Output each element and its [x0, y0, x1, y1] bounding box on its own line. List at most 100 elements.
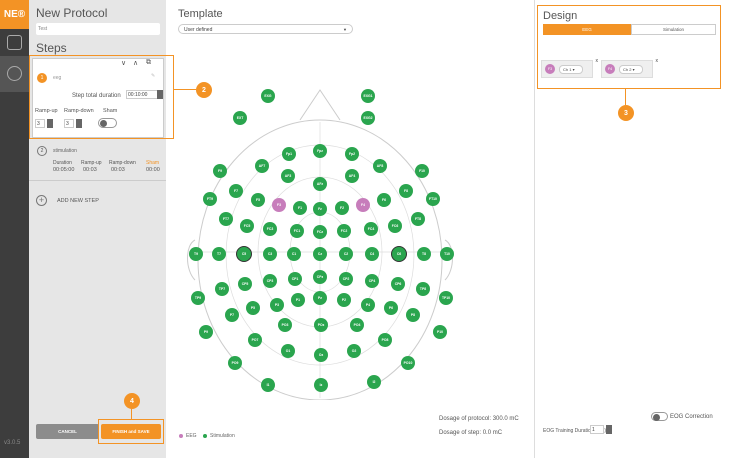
edit-icon[interactable]: ✎ — [151, 73, 155, 79]
electrode-c5[interactable]: C5 — [237, 247, 251, 261]
electrode-tp9[interactable]: TP9 — [191, 291, 205, 305]
electrode-f1[interactable]: F1 — [293, 201, 307, 215]
electrode-exg[interactable]: EXG — [261, 89, 275, 103]
electrode-tp8[interactable]: TP8 — [416, 282, 430, 296]
electrode-fpz[interactable]: Fpz — [313, 144, 327, 158]
electrode-fp1[interactable]: Fp1 — [282, 147, 296, 161]
electrode-p6[interactable]: P6 — [384, 301, 398, 315]
chevron-down-icon[interactable]: ∨ — [121, 59, 126, 67]
electrode-exg1[interactable]: EXG1 — [361, 89, 375, 103]
electrode-ext[interactable]: EXT — [233, 111, 247, 125]
electrode-t10[interactable]: T10 — [440, 247, 454, 261]
rampdown-input[interactable]: 3 — [64, 119, 74, 128]
electrode-cp4[interactable]: CP4 — [365, 274, 379, 288]
eog-duration-stepper[interactable] — [606, 425, 612, 434]
close-icon[interactable]: x — [596, 58, 599, 64]
electrode-fz[interactable]: Fz — [313, 202, 327, 216]
electrode-i1[interactable]: I1 — [261, 378, 275, 392]
electrode-c1[interactable]: C1 — [287, 247, 301, 261]
rampup-input[interactable]: 3 — [35, 119, 45, 128]
electrode-p10[interactable]: P10 — [433, 325, 447, 339]
electrode-c6[interactable]: C6 — [392, 247, 406, 261]
electrode-cz[interactable]: Cz — [313, 247, 327, 261]
electrode-poz[interactable]: POz — [314, 318, 328, 332]
electrode-afz[interactable]: AFz — [313, 177, 327, 191]
electrode-af3[interactable]: AF3 — [281, 169, 295, 183]
electrode-f4[interactable]: F4 — [356, 198, 370, 212]
chip-2-channel-select[interactable]: Ch 2 ▾ — [619, 65, 643, 74]
electrode-p8[interactable]: P8 — [406, 308, 420, 322]
electrode-t8[interactable]: T8 — [417, 247, 431, 261]
electrode-iz[interactable]: Iz — [314, 378, 328, 392]
electrode-ft7[interactable]: FT7 — [219, 212, 233, 226]
cancel-button[interactable]: CANCEL — [36, 424, 99, 439]
channel-chip-2[interactable]: F4 Ch 2 ▾ x — [601, 58, 658, 78]
electrode-ft10[interactable]: FT10 — [426, 192, 440, 206]
electrode-fc4[interactable]: FC4 — [364, 222, 378, 236]
electrode-p2[interactable]: P2 — [337, 293, 351, 307]
duration-stepper[interactable] — [157, 90, 163, 99]
electrode-cp5[interactable]: CP5 — [238, 277, 252, 291]
add-step-button[interactable]: ADD NEW STEP — [57, 198, 99, 204]
electrode-c2[interactable]: C2 — [339, 247, 353, 261]
electrode-fc6[interactable]: FC6 — [388, 219, 402, 233]
sham-toggle[interactable] — [98, 118, 117, 128]
electrode-po7[interactable]: PO7 — [248, 333, 262, 347]
device-icon[interactable] — [7, 35, 22, 50]
electrode-t9[interactable]: T9 — [189, 247, 203, 261]
electrode-c3[interactable]: C3 — [263, 247, 277, 261]
electrode-po9[interactable]: PO9 — [228, 356, 242, 370]
electrode-fc1[interactable]: FC1 — [290, 224, 304, 238]
eog-duration-input[interactable]: 1 — [590, 425, 604, 434]
electrode-fc3[interactable]: FC3 — [263, 222, 277, 236]
chevron-up-icon[interactable]: ∧ — [133, 59, 138, 67]
electrode-f3[interactable]: F3 — [272, 198, 286, 212]
electrode-fc5[interactable]: FC5 — [240, 219, 254, 233]
electrode-po10[interactable]: PO10 — [401, 356, 415, 370]
electrode-f9[interactable]: F9 — [213, 164, 227, 178]
rampup-stepper[interactable] — [47, 119, 53, 128]
electrode-po8[interactable]: PO8 — [378, 333, 392, 347]
electrode-f2[interactable]: F2 — [335, 201, 349, 215]
electrode-ft8[interactable]: FT8 — [411, 212, 425, 226]
electrode-p5[interactable]: P5 — [246, 301, 260, 315]
electrode-ft9[interactable]: FT9 — [203, 192, 217, 206]
electrode-cpz[interactable]: CPz — [313, 270, 327, 284]
electrode-pz[interactable]: Pz — [313, 291, 327, 305]
step-name-input[interactable]: eeg — [53, 75, 61, 81]
electrode-f5[interactable]: F5 — [251, 193, 265, 207]
electrode-t7[interactable]: T7 — [212, 247, 226, 261]
electrode-f6[interactable]: F6 — [377, 193, 391, 207]
tab-simulation[interactable]: Simulation — [631, 24, 716, 35]
step-2-name[interactable]: stimulation — [53, 148, 77, 154]
electrode-c4[interactable]: C4 — [365, 247, 379, 261]
template-select[interactable]: User defined ▼ — [178, 24, 353, 34]
electrode-oz[interactable]: Oz — [314, 348, 328, 362]
electrode-f7[interactable]: F7 — [229, 184, 243, 198]
tab-eeg[interactable]: EEG — [543, 24, 631, 35]
copy-icon[interactable]: ⧉ — [146, 59, 151, 67]
electrode-af7[interactable]: AF7 — [255, 159, 269, 173]
electrode-f10[interactable]: F10 — [415, 164, 429, 178]
electrode-p1[interactable]: P1 — [291, 293, 305, 307]
electrode-af4[interactable]: AF4 — [345, 169, 359, 183]
electrode-tp10[interactable]: TP10 — [439, 291, 453, 305]
electrode-fcz[interactable]: FCz — [313, 225, 327, 239]
electrode-tp7[interactable]: TP7 — [215, 282, 229, 296]
electrode-p4[interactable]: P4 — [361, 298, 375, 312]
electrode-p7[interactable]: P7 — [225, 308, 239, 322]
eog-correction-toggle[interactable] — [651, 412, 668, 421]
electrode-p3[interactable]: P3 — [270, 298, 284, 312]
electrode-cp2[interactable]: CP2 — [339, 272, 353, 286]
electrode-af8[interactable]: AF8 — [373, 159, 387, 173]
electrode-cp6[interactable]: CP6 — [391, 277, 405, 291]
app-logo[interactable]: NE® — [0, 0, 29, 29]
electrode-exg2[interactable]: EXG2 — [361, 111, 375, 125]
electrode-o1[interactable]: O1 — [281, 344, 295, 358]
chip-1-channel-select[interactable]: Ch 1 ▾ — [559, 65, 583, 74]
protocol-name-input[interactable]: Test — [36, 23, 160, 35]
rampdown-stepper[interactable] — [76, 119, 82, 128]
electrode-p9[interactable]: P9 — [199, 325, 213, 339]
close-icon[interactable]: x — [656, 58, 659, 64]
head-icon[interactable] — [7, 66, 22, 81]
